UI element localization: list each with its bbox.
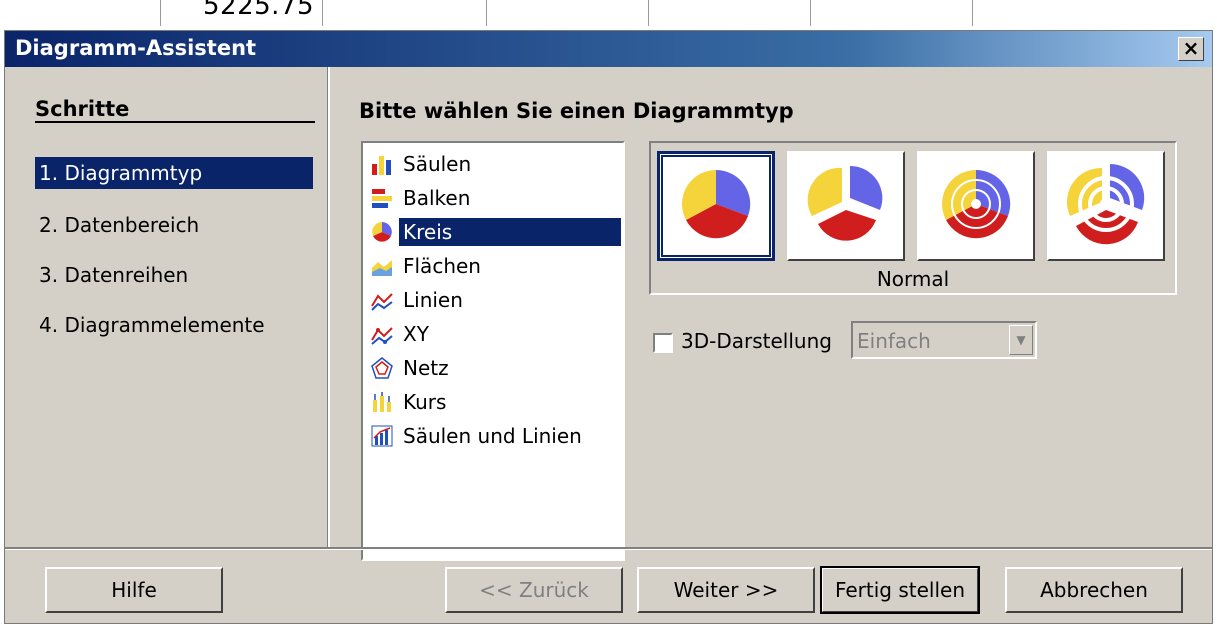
finish-button[interactable]: Fertig stellen	[820, 566, 980, 614]
xy-chart-icon	[365, 318, 399, 350]
background-spreadsheet: 5225.75	[0, 0, 1217, 30]
chart-type-label: Linien	[403, 288, 463, 312]
cell-border	[972, 0, 973, 26]
cell-value: 5225.75	[203, 0, 315, 21]
step-chart-elements[interactable]: 4. Diagrammelemente	[35, 309, 271, 341]
steps-pane	[5, 67, 327, 547]
chart-type-columns-lines[interactable]: Säulen und Linien	[365, 419, 586, 453]
column-chart-icon	[365, 148, 399, 180]
chart-type-label: Säulen und Linien	[403, 424, 582, 448]
chart-type-label: Säulen	[403, 152, 472, 176]
chart-type-pie[interactable]: Kreis	[365, 215, 621, 249]
footer-separator	[5, 547, 1212, 550]
3d-checkbox-label: 3D-Darstellung	[681, 329, 832, 353]
chevron-down-icon[interactable]: ▼	[1009, 325, 1033, 355]
pie-exploded-icon	[804, 162, 888, 250]
chart-type-label: Balken	[403, 186, 471, 210]
chart-type-area[interactable]: Flächen	[365, 249, 485, 283]
variant-donut[interactable]	[917, 151, 1035, 261]
pie-normal-icon	[676, 164, 756, 248]
chart-type-list[interactable]: Säulen Balken Kreis Flächen Linien XY Ne…	[361, 141, 625, 561]
stock-chart-icon	[365, 386, 399, 418]
chart-variant-panel: Normal	[649, 141, 1177, 295]
area-chart-icon	[365, 250, 399, 282]
window-title: Diagramm-Assistent	[15, 36, 257, 60]
close-button[interactable]: ×	[1178, 37, 1204, 61]
step-data-series[interactable]: 3. Datenreihen	[35, 259, 194, 291]
net-chart-icon	[365, 352, 399, 384]
next-button[interactable]: Weiter >>	[637, 567, 815, 613]
bar-chart-icon	[365, 182, 399, 214]
pie-chart-icon	[365, 216, 399, 248]
chart-type-label: Kurs	[403, 390, 447, 414]
chart-type-net[interactable]: Netz	[365, 351, 453, 385]
steps-divider	[327, 67, 330, 547]
steps-underline	[35, 121, 315, 123]
chart-type-label: XY	[403, 322, 429, 346]
shape-select[interactable]: Einfach ▼	[851, 321, 1037, 359]
steps-header: Schritte	[35, 97, 130, 121]
line-chart-icon	[365, 284, 399, 316]
chart-type-label: Netz	[403, 356, 449, 380]
chart-wizard-dialog: Diagramm-Assistent × Schritte 1. Diagram…	[4, 30, 1213, 624]
cancel-button[interactable]: Abbrechen	[1005, 567, 1183, 613]
shape-select-value: Einfach	[857, 329, 931, 353]
title-bar: Diagramm-Assistent ×	[5, 31, 1212, 67]
variant-donut-exploded[interactable]	[1047, 151, 1165, 261]
help-button[interactable]: Hilfe	[45, 567, 223, 613]
chart-type-columns[interactable]: Säulen	[365, 147, 475, 181]
step-diagram-type[interactable]: 1. Diagrammtyp	[35, 157, 313, 189]
cell-border	[160, 0, 161, 26]
chart-type-bars[interactable]: Balken	[365, 181, 474, 215]
chart-type-label: Kreis	[399, 218, 621, 246]
back-button[interactable]: << Zurück	[445, 567, 623, 613]
chart-type-label: Flächen	[403, 254, 481, 278]
donut-icon	[936, 164, 1016, 248]
cell-border	[322, 0, 323, 26]
cell-border	[810, 0, 811, 26]
column-line-chart-icon	[365, 420, 399, 452]
3d-checkbox[interactable]	[653, 333, 673, 353]
chart-type-stock[interactable]: Kurs	[365, 385, 450, 419]
cell-border	[648, 0, 649, 26]
variant-pie-normal[interactable]	[657, 151, 775, 261]
cell-border	[486, 0, 487, 26]
step-data-range[interactable]: 2. Datenbereich	[35, 209, 205, 241]
donut-exploded-icon	[1062, 160, 1150, 252]
content-header: Bitte wählen Sie einen Diagrammtyp	[359, 99, 794, 123]
variant-pie-exploded[interactable]	[787, 151, 905, 261]
chart-type-lines[interactable]: Linien	[365, 283, 467, 317]
chart-type-xy[interactable]: XY	[365, 317, 433, 351]
variant-caption: Normal	[876, 267, 950, 291]
